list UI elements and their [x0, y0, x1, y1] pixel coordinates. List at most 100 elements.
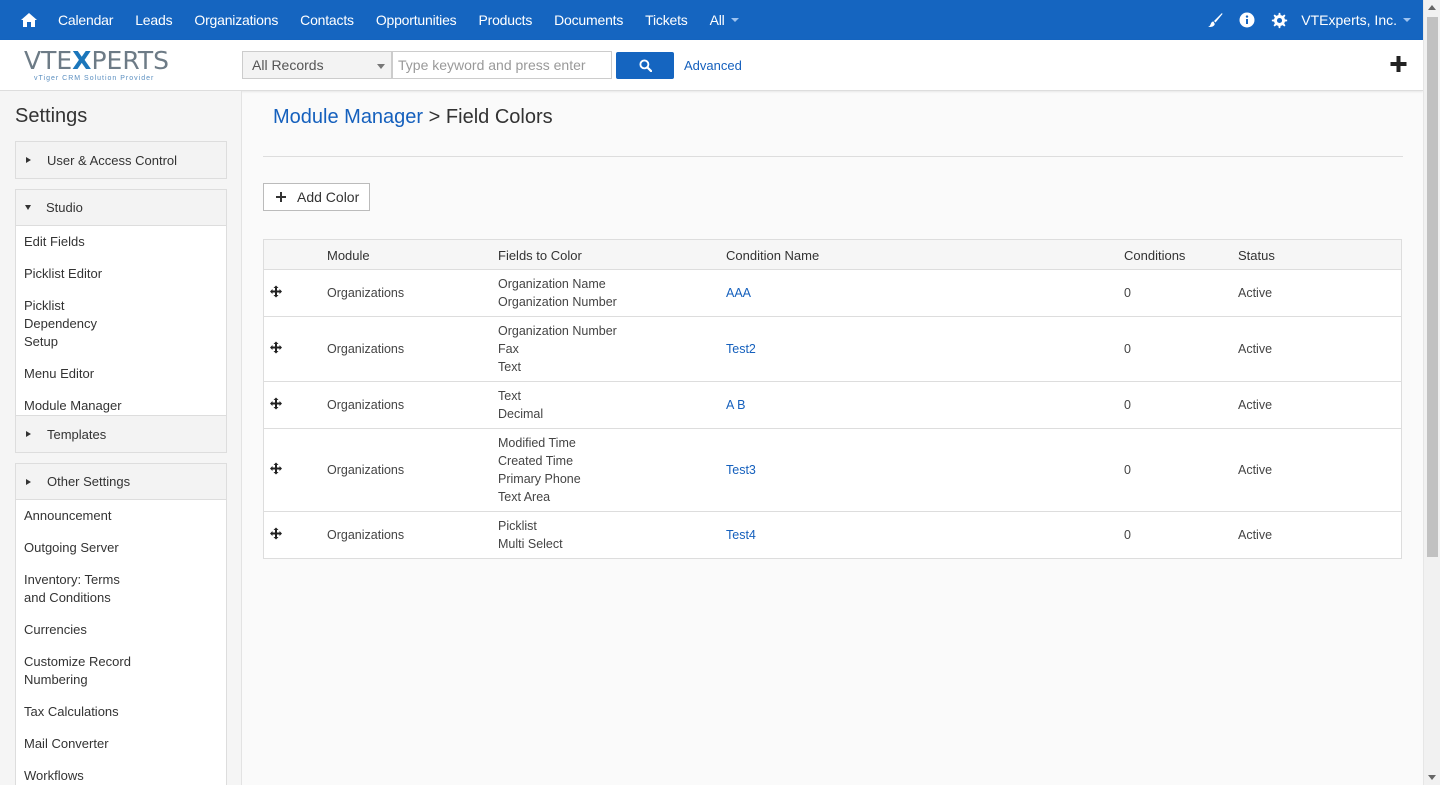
breadcrumb-separator: >	[428, 106, 441, 128]
menu-item-outgoing-server[interactable]: Outgoing Server	[16, 539, 166, 557]
add-color-label: Add Color	[297, 189, 360, 205]
row-condition-name-link[interactable]: A B	[726, 398, 745, 412]
menu-header-other-settings[interactable]: Other Settings	[16, 464, 226, 500]
table-row: Organizations Organization Number Fax Te…	[264, 317, 1401, 382]
field-name: Primary Phone	[498, 472, 581, 486]
main-content: Module Manager > Field Colors Add Color …	[243, 91, 1423, 785]
plus-icon	[276, 192, 286, 202]
menu-section-user-access: User & Access Control	[15, 141, 227, 179]
menu-item-inventory-terms[interactable]: Inventory: Terms and Conditions	[16, 571, 146, 607]
search-icon	[638, 59, 652, 72]
caret-right-icon	[26, 478, 31, 485]
col-condition-name: Condition Name	[726, 248, 820, 263]
menu-item-mail-converter[interactable]: Mail Converter	[16, 735, 166, 753]
nav-documents[interactable]: Documents	[554, 12, 623, 28]
top-right-tools: VTExperts, Inc.	[1199, 0, 1411, 40]
menu-item-picklist-editor[interactable]: Picklist Editor	[16, 265, 166, 283]
brush-icon[interactable]	[1199, 0, 1231, 40]
menu-item-currencies[interactable]: Currencies	[16, 621, 166, 639]
nav-products[interactable]: Products	[478, 12, 532, 28]
nav-organizations[interactable]: Organizations	[194, 12, 278, 28]
nav-all-dropdown[interactable]: All	[710, 12, 739, 28]
field-name: Decimal	[498, 407, 544, 421]
nav-opportunities[interactable]: Opportunities	[376, 12, 457, 28]
col-fields-to-color: Fields to Color	[498, 248, 582, 263]
company-logo[interactable]: VTEXPERTS vTiger CRM Solution Provider	[24, 47, 180, 85]
table-row: Organizations Picklist Multi Select Test…	[264, 512, 1401, 558]
user-menu[interactable]: VTExperts, Inc.	[1301, 12, 1411, 28]
scrollbar-thumb[interactable]	[1427, 17, 1438, 557]
col-module: Module	[327, 248, 370, 263]
drag-handle-icon[interactable]	[270, 397, 282, 413]
menu-item-announcement[interactable]: Announcement	[16, 507, 166, 525]
nav-calendar[interactable]: Calendar	[58, 12, 113, 28]
caret-down-icon	[25, 205, 31, 210]
search-input[interactable]	[392, 51, 612, 79]
field-name: Organization Number	[498, 324, 617, 338]
field-name: Picklist	[498, 519, 537, 533]
logo-text: VTEXPERTS	[24, 46, 170, 75]
menu-section-studio: Studio Edit Fields Picklist Editor Pickl…	[15, 189, 227, 422]
records-filter-select[interactable]: All Records	[242, 51, 392, 79]
row-fields: Text Decimal	[498, 387, 543, 423]
info-icon[interactable]	[1231, 0, 1263, 40]
sidebar-title: Settings	[15, 105, 88, 127]
home-icon[interactable]	[0, 0, 58, 40]
page-scrollbar[interactable]	[1423, 0, 1440, 785]
caret-right-icon	[26, 157, 31, 163]
row-status: Active	[1238, 463, 1273, 477]
col-conditions: Conditions	[1124, 248, 1186, 263]
drag-handle-icon[interactable]	[270, 341, 282, 357]
menu-section-templates: Templates	[15, 415, 227, 453]
gear-icon[interactable]	[1263, 0, 1295, 40]
row-condition-name-link[interactable]: Test4	[726, 528, 756, 542]
table-row: Organizations Text Decimal A B 0 Active	[264, 382, 1401, 429]
nav-tickets[interactable]: Tickets	[645, 12, 688, 28]
menu-item-edit-fields[interactable]: Edit Fields	[16, 233, 166, 251]
menu-item-picklist-dependency[interactable]: Picklist Dependency Setup	[16, 297, 136, 351]
menu-header-templates[interactable]: Templates	[16, 416, 226, 452]
user-name-label: VTExperts, Inc.	[1301, 12, 1397, 28]
menu-header-label: User & Access Control	[47, 152, 178, 168]
row-module: Organizations	[327, 342, 405, 356]
table-row: Organizations Organization Name Organiza…	[264, 270, 1401, 317]
breadcrumb-current: Field Colors	[445, 106, 553, 128]
field-name: Fax	[498, 342, 519, 356]
breadcrumb-module-manager[interactable]: Module Manager	[273, 106, 423, 128]
main-menu: Calendar Leads Organizations Contacts Op…	[58, 0, 739, 40]
menu-item-customize-numbering[interactable]: Customize Record Numbering	[16, 653, 141, 689]
logo-subtitle: vTiger CRM Solution Provider	[34, 75, 155, 82]
menu-item-menu-editor[interactable]: Menu Editor	[16, 365, 166, 383]
scroll-up-arrow-icon[interactable]	[1428, 5, 1436, 10]
menu-item-workflows[interactable]: Workflows	[16, 767, 166, 785]
row-condition-name-link[interactable]: AAA	[726, 286, 751, 300]
advanced-search-link[interactable]: Advanced	[684, 58, 742, 73]
nav-contacts[interactable]: Contacts	[300, 12, 354, 28]
row-conditions: 0	[1124, 286, 1131, 300]
row-module: Organizations	[327, 286, 405, 300]
menu-header-studio[interactable]: Studio	[16, 190, 226, 226]
drag-handle-icon[interactable]	[270, 527, 282, 543]
add-color-button[interactable]: Add Color	[263, 183, 370, 211]
row-conditions: 0	[1124, 398, 1131, 412]
quick-create-plus-icon[interactable]	[1389, 54, 1409, 74]
row-module: Organizations	[327, 528, 405, 542]
row-condition-name-link[interactable]: Test3	[726, 463, 756, 477]
scroll-down-arrow-icon[interactable]	[1428, 775, 1436, 780]
search-button[interactable]	[616, 52, 674, 79]
row-conditions: 0	[1124, 528, 1131, 542]
col-status: Status	[1238, 248, 1275, 263]
row-fields: Organization Number Fax Text	[498, 322, 617, 376]
search-bar: VTEXPERTS vTiger CRM Solution Provider A…	[0, 40, 1423, 91]
breadcrumb: Module Manager > Field Colors	[273, 106, 553, 129]
chevron-down-icon	[1403, 18, 1411, 22]
nav-leads[interactable]: Leads	[135, 12, 172, 28]
row-condition-name-link[interactable]: Test2	[726, 342, 756, 356]
drag-handle-icon[interactable]	[270, 462, 282, 478]
drag-handle-icon[interactable]	[270, 285, 282, 301]
menu-item-module-manager[interactable]: Module Manager	[16, 397, 166, 415]
menu-header-label: Templates	[47, 426, 107, 442]
menu-header-user-access[interactable]: User & Access Control	[16, 142, 226, 178]
menu-item-tax-calculations[interactable]: Tax Calculations	[16, 703, 166, 721]
nav-all-label: All	[709, 12, 725, 28]
